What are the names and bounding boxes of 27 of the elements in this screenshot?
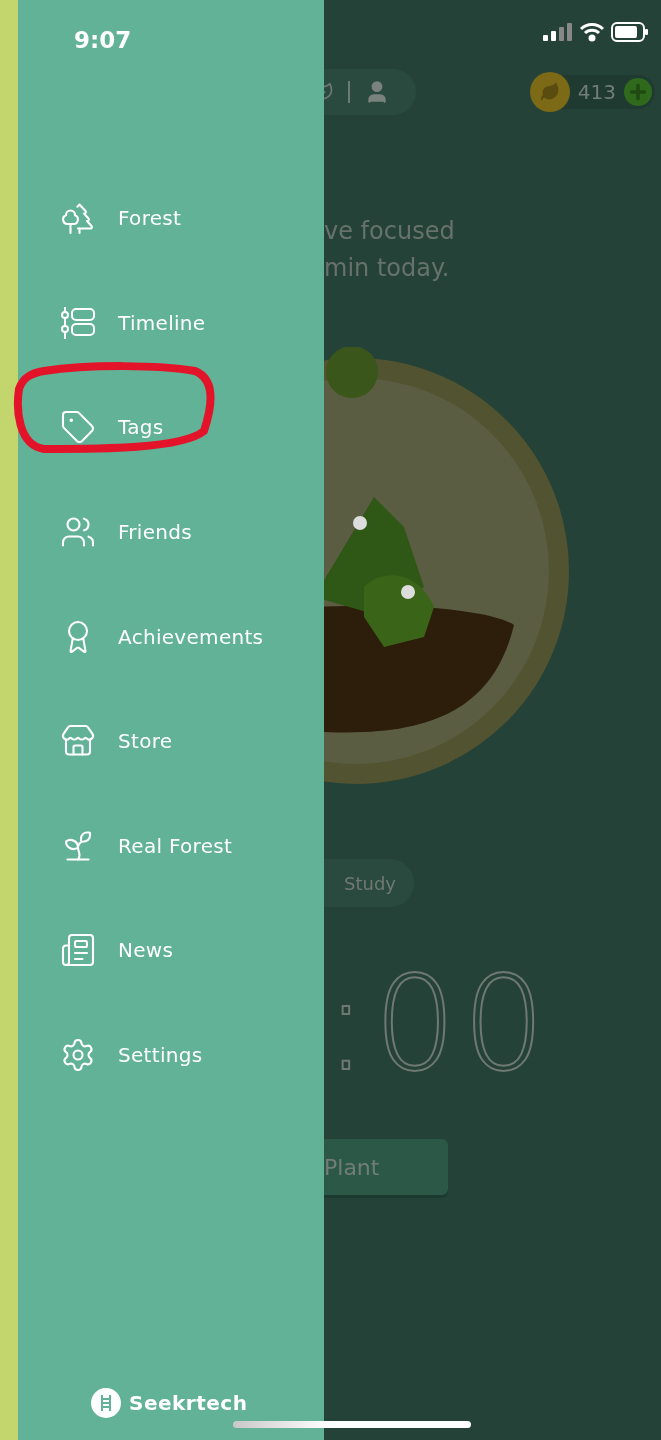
menu-item[interactable]: Forest <box>18 166 324 271</box>
coin-counter[interactable]: 413 <box>529 75 655 109</box>
wifi-icon <box>579 21 605 42</box>
ladder-logo-icon <box>91 1388 121 1418</box>
timer-display: :00 <box>324 959 553 1089</box>
tag-icon <box>60 409 96 446</box>
menu-item[interactable]: Real Forest <box>18 793 324 899</box>
tag-chip[interactable]: Study <box>324 859 414 907</box>
signal-icon <box>543 22 573 41</box>
menu-item[interactable]: Store <box>18 688 324 794</box>
menu-item[interactable]: Settings <box>18 1002 324 1108</box>
menu-item[interactable]: Timeline <box>18 270 324 376</box>
timeline-icon <box>60 305 96 340</box>
trees-icon <box>60 200 96 237</box>
plus-icon <box>624 78 652 106</box>
plant-button[interactable]: Plant <box>324 1139 448 1195</box>
menu-item[interactable]: News <box>18 898 324 1003</box>
menu-item[interactable]: Friends <box>18 479 324 585</box>
battery-icon <box>611 21 649 42</box>
status-time: 9:07 <box>73 26 133 55</box>
newspaper-icon <box>60 932 96 969</box>
coin-icon <box>529 72 570 112</box>
brand-name: Seekrtech <box>129 1391 248 1415</box>
menu-item[interactable]: Achievements <box>18 584 324 689</box>
menu-item[interactable]: Tags <box>18 375 324 480</box>
settings-icon <box>60 1037 96 1074</box>
focus-summary: ve focused min today. <box>324 216 456 284</box>
